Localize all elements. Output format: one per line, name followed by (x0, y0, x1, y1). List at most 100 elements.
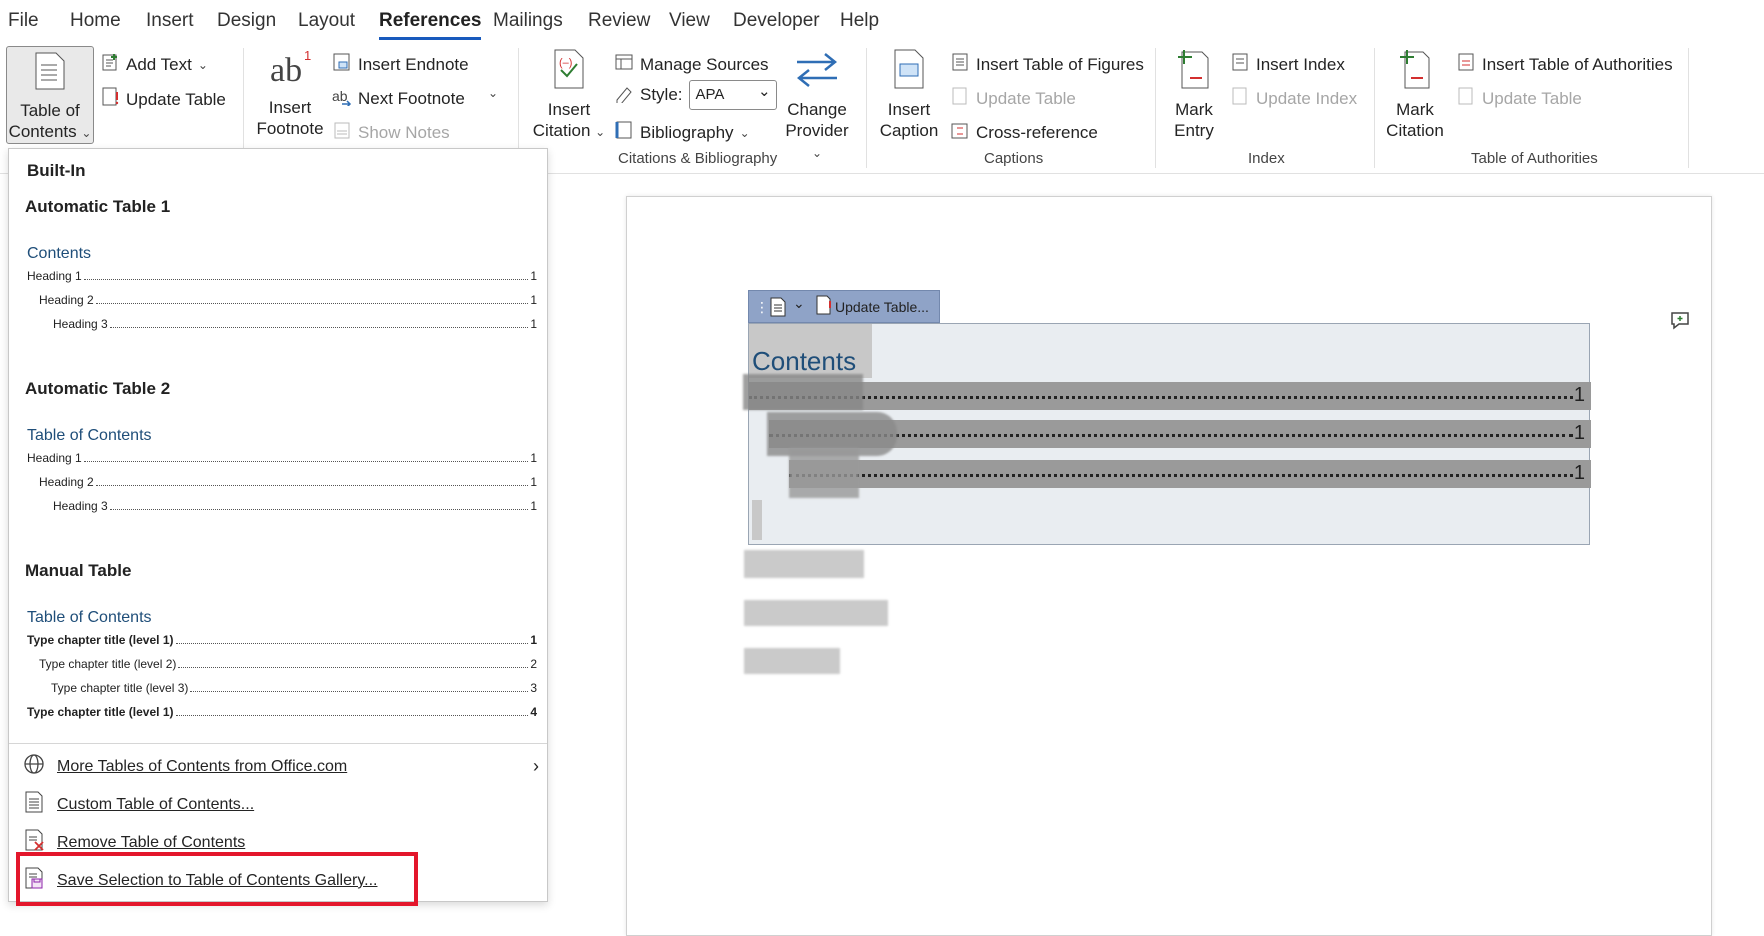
tab-file[interactable]: File (8, 10, 39, 32)
toc-page-number: 1 (1573, 462, 1585, 484)
row-page: 1 (530, 475, 537, 489)
row-page: 2 (530, 657, 537, 671)
insert-index-button[interactable]: Insert Index (1230, 52, 1345, 77)
tab-home[interactable]: Home (70, 10, 121, 32)
tab-help[interactable]: Help (840, 10, 879, 32)
tab-insert[interactable]: Insert (146, 10, 194, 32)
insert-footnote-label-2: Footnote (256, 119, 324, 138)
tab-references[interactable]: References (379, 10, 482, 40)
toc-title: Contents (752, 346, 857, 376)
insert-footnote-button[interactable]: ab 1 Insert Footnote (255, 48, 325, 139)
toc-preview-row: Heading 2 1 (39, 475, 537, 489)
table-of-contents-button[interactable]: Table of Contents ⌄ (6, 46, 94, 144)
globe-icon (23, 753, 45, 780)
add-text-button[interactable]: Add Text ⌄ (100, 52, 208, 77)
mark-entry-button[interactable]: Mark Entry (1166, 48, 1222, 141)
change-provider-button[interactable]: Change Provider ⌄ (780, 48, 854, 164)
svg-text:(–): (–) (559, 57, 572, 69)
bibliography-button[interactable]: Bibliography ⌄ (614, 120, 750, 145)
automatic-table-1-option[interactable]: Automatic Table 1 Contents Heading 1 1 He… (9, 189, 547, 349)
row-text: Heading 3 (53, 499, 108, 513)
custom-toc-icon (23, 791, 45, 818)
separator (1374, 48, 1375, 168)
update-table-button[interactable]: Update Table (100, 86, 226, 113)
more-tables-label: More Tables of Contents from Office.com (57, 757, 348, 775)
show-notes-button[interactable]: Show Notes (332, 120, 450, 145)
row-page: 1 (530, 317, 537, 331)
row-text: Type chapter title (level 3) (51, 681, 189, 695)
manage-sources-button[interactable]: Manage Sources (614, 52, 769, 77)
mark-entry-label-2: Entry (1174, 121, 1214, 140)
manual-table-option[interactable]: Manual Table Table of Contents Type chap… (9, 553, 547, 733)
custom-table-of-contents-item[interactable]: Custom Table of Contents... (23, 791, 254, 818)
next-footnote-label: Next Footnote (358, 88, 465, 108)
builtin-header: Built-In (27, 161, 86, 180)
table-of-figures-icon (950, 52, 970, 77)
row-text: Type chapter title (level 1) (27, 705, 174, 719)
update-table-label: Update Table... (835, 298, 929, 315)
cross-reference-button[interactable]: Cross-reference (950, 120, 1098, 145)
toc-control-menu-icon[interactable] (769, 297, 787, 322)
new-comment-icon[interactable] (1669, 309, 1691, 336)
citations-group-label: Citations & Bibliography (618, 150, 778, 167)
insert-citation-button[interactable]: (–) Insert Citation ⌄ (528, 48, 610, 143)
mark-citation-icon (1397, 48, 1433, 99)
chevron-down-icon[interactable]: ⌄ (793, 295, 805, 312)
row-leader (83, 269, 529, 280)
tab-mailings[interactable]: Mailings (493, 10, 563, 32)
bibliography-icon (614, 120, 634, 145)
insert-table-of-figures-button[interactable]: Insert Table of Figures (950, 52, 1144, 77)
more-tables-of-contents-item[interactable]: More Tables of Contents from Office.com … (23, 753, 539, 780)
toc-gallery-dropdown: Built-In Automatic Table 1 Contents Head… (8, 148, 548, 902)
index-group-label: Index (1248, 150, 1285, 167)
update-table-icon (100, 86, 120, 113)
toc-content-control-tab[interactable]: ⋮ ⌄ Update Table... (748, 290, 940, 323)
insert-caption-button[interactable]: Insert Caption (876, 48, 942, 141)
toc-entry[interactable]: 1 (749, 382, 1591, 410)
chevron-down-icon: ⌄ (81, 126, 92, 140)
row-leader (95, 293, 529, 304)
tab-design[interactable]: Design (217, 10, 276, 32)
tab-review[interactable]: Review (588, 10, 650, 32)
drag-handle-icon[interactable]: ⋮ (755, 299, 769, 316)
style-control: Style: APA (614, 80, 777, 110)
toc-leader (749, 396, 1573, 399)
insert-table-of-authorities-button[interactable]: Insert Table of Authorities (1456, 52, 1673, 77)
chevron-down-icon: ⌄ (595, 125, 606, 139)
toc-content[interactable]: Contents 1 1 1 (743, 323, 1591, 545)
toc-end-marker (752, 500, 762, 540)
toc-preview-row: Type chapter title (level 3) 3 (51, 681, 537, 695)
row-page: 4 (530, 705, 537, 719)
toc-entry[interactable]: 1 (789, 460, 1591, 488)
row-leader (175, 705, 529, 716)
blurred-text (744, 600, 888, 626)
style-select[interactable]: APA (688, 80, 777, 110)
insert-footnote-label: Insert (268, 98, 312, 117)
tab-view[interactable]: View (669, 10, 710, 32)
row-page: 1 (530, 633, 537, 647)
update-table-icon (815, 295, 831, 318)
show-notes-label: Show Notes (358, 122, 450, 142)
next-footnote-button[interactable]: ab Next Footnote (332, 86, 465, 111)
mark-citation-button[interactable]: Mark Citation (1382, 48, 1448, 141)
insert-endnote-button[interactable]: Insert Endnote (332, 52, 469, 77)
highlight-box (16, 852, 418, 906)
separator (1155, 48, 1156, 168)
row-page: 1 (530, 499, 537, 513)
update-index-button[interactable]: Update Index (1230, 86, 1357, 111)
row-text: Heading 2 (39, 475, 94, 489)
tab-layout[interactable]: Layout (298, 10, 355, 32)
insert-caption-icon (891, 48, 927, 99)
toc-preview-row: Heading 2 1 (39, 293, 537, 307)
change-provider-text: Provider (785, 121, 849, 140)
tab-developer[interactable]: Developer (733, 10, 820, 32)
automatic-table-2-option[interactable]: Automatic Table 2 Table of Contents Head… (9, 371, 547, 531)
update-table-captions-button[interactable]: Update Table (950, 86, 1076, 111)
auto-table-2-title: Automatic Table 2 (25, 379, 171, 398)
cross-reference-label: Cross-reference (976, 122, 1098, 142)
update-table-authorities-button[interactable]: Update Table (1456, 86, 1582, 111)
toc-update-table-button[interactable]: Update Table... (815, 295, 929, 318)
next-footnote-dropdown[interactable]: ⌄ (488, 86, 498, 100)
chevron-down-icon: ⌄ (811, 146, 823, 160)
mark-citation-label: Mark (1396, 100, 1434, 119)
